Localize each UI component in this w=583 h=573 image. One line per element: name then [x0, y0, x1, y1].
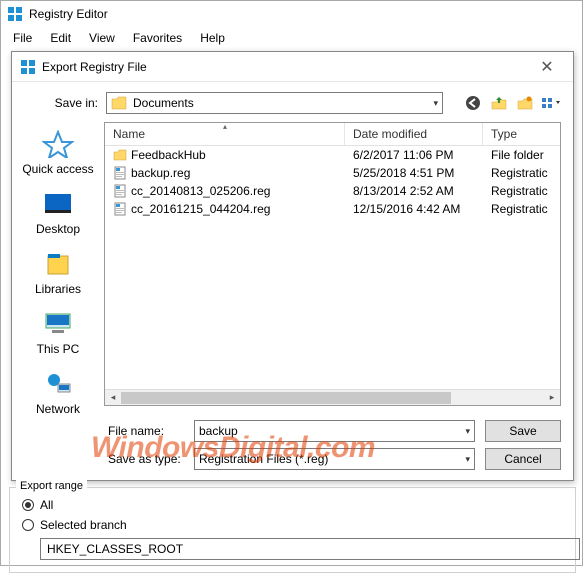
desktop-icon	[42, 190, 74, 218]
scroll-left-icon[interactable]: ◂	[105, 392, 121, 403]
save-in-label: Save in:	[26, 96, 98, 110]
regedit-icon	[7, 6, 23, 22]
file-name-label: File name:	[108, 424, 184, 438]
sort-arrow-icon: ▴	[223, 122, 227, 131]
sidebar-item-desktop[interactable]: Desktop	[36, 190, 80, 236]
back-button[interactable]	[463, 93, 483, 113]
radio-selected-label: Selected branch	[40, 518, 127, 532]
save-type-dropdown[interactable]: Registration Files (*.reg) ▾	[194, 448, 475, 470]
sidebar-item-this-pc[interactable]: This PC	[37, 310, 80, 356]
export-dialog: Export Registry File ✕ Save in: Document…	[11, 51, 574, 481]
branch-input[interactable]: HKEY_CLASSES_ROOT	[40, 538, 580, 560]
file-type: Registratic	[483, 202, 560, 216]
folder-icon	[111, 96, 127, 110]
regedit-title: Registry Editor	[29, 7, 108, 21]
file-name-input[interactable]: backup ▾	[194, 420, 475, 442]
table-row[interactable]: FeedbackHub 6/2/2017 11:06 PMFile folder	[105, 146, 560, 164]
horizontal-scrollbar[interactable]: ◂ ▸	[105, 389, 560, 405]
save-in-value: Documents	[133, 96, 194, 110]
sidebar-item-label: Network	[36, 402, 80, 416]
file-name: FeedbackHub	[131, 148, 206, 162]
file-type: Registratic	[483, 184, 560, 198]
radio-all[interactable]: All	[22, 498, 563, 512]
save-button[interactable]: Save	[485, 420, 561, 442]
menu-file[interactable]: File	[5, 29, 40, 47]
file-type: Registratic	[483, 166, 560, 180]
chevron-down-icon: ▾	[433, 98, 438, 109]
menu-help[interactable]: Help	[192, 29, 233, 47]
pc-icon	[42, 310, 74, 338]
file-type: File folder	[483, 148, 560, 162]
menubar: File Edit View Favorites Help	[1, 27, 582, 49]
close-icon[interactable]: ✕	[529, 57, 565, 77]
scroll-right-icon[interactable]: ▸	[544, 392, 560, 403]
file-date: 6/2/2017 11:06 PM	[345, 148, 483, 162]
table-row[interactable]: cc_20140813_025206.reg 8/13/2014 2:52 AMR…	[105, 182, 560, 200]
up-icon	[491, 95, 507, 111]
chevron-down-icon[interactable]: ▾	[465, 454, 470, 465]
file-name-value: backup	[199, 424, 238, 438]
menu-edit[interactable]: Edit	[42, 29, 79, 47]
table-row[interactable]: cc_20161215_044204.reg 12/15/2016 4:42 AM…	[105, 200, 560, 218]
cancel-button[interactable]: Cancel	[485, 448, 561, 470]
views-button[interactable]	[541, 93, 561, 113]
views-icon	[541, 95, 561, 111]
new-folder-icon	[517, 95, 533, 111]
libraries-icon	[42, 250, 74, 278]
sidebar-item-network[interactable]: Network	[36, 370, 80, 416]
column-header-date[interactable]: Date modified	[345, 123, 483, 145]
places-sidebar: Quick access Desktop Libraries This PC N…	[18, 122, 98, 406]
menu-view[interactable]: View	[81, 29, 123, 47]
table-row[interactable]: backup.reg 5/25/2018 4:51 PMRegistratic	[105, 164, 560, 182]
menu-favorites[interactable]: Favorites	[125, 29, 190, 47]
star-icon	[42, 130, 74, 158]
column-header-type[interactable]: Type	[483, 123, 560, 145]
file-listview[interactable]: ▴ Name Date modified Type FeedbackHub 6/2…	[104, 122, 561, 406]
sidebar-item-libraries[interactable]: Libraries	[35, 250, 81, 296]
save-type-label: Save as type:	[108, 452, 184, 466]
sidebar-item-label: Quick access	[22, 162, 93, 176]
chevron-down-icon[interactable]: ▾	[465, 426, 470, 437]
list-header[interactable]: ▴ Name Date modified Type	[105, 123, 560, 146]
radio-all-label: All	[40, 498, 53, 512]
file-name: cc_20161215_044204.reg	[131, 202, 270, 216]
sidebar-item-quick-access[interactable]: Quick access	[22, 130, 93, 176]
export-range-legend: Export range	[16, 480, 87, 492]
sidebar-item-label: Libraries	[35, 282, 81, 296]
up-button[interactable]	[489, 93, 509, 113]
sidebar-item-label: This PC	[37, 342, 80, 356]
save-type-value: Registration Files (*.reg)	[199, 452, 328, 466]
radio-selected-branch[interactable]: Selected branch	[22, 518, 563, 532]
radio-icon	[22, 519, 34, 531]
branch-value: HKEY_CLASSES_ROOT	[47, 542, 183, 556]
network-icon	[42, 370, 74, 398]
file-date: 8/13/2014 2:52 AM	[345, 184, 483, 198]
export-range-group: Export range All Selected branch HKEY_CL…	[9, 487, 576, 573]
sidebar-item-label: Desktop	[36, 222, 80, 236]
regedit-icon	[20, 59, 36, 75]
file-name: backup.reg	[131, 166, 190, 180]
new-folder-button[interactable]	[515, 93, 535, 113]
file-date: 12/15/2016 4:42 AM	[345, 202, 483, 216]
regedit-titlebar: Registry Editor	[1, 1, 582, 27]
radio-icon	[22, 499, 34, 511]
back-icon	[465, 95, 481, 111]
dialog-title: Export Registry File	[42, 60, 147, 74]
file-date: 5/25/2018 4:51 PM	[345, 166, 483, 180]
save-in-dropdown[interactable]: Documents ▾	[106, 92, 443, 114]
file-name: cc_20140813_025206.reg	[131, 184, 270, 198]
dialog-titlebar[interactable]: Export Registry File ✕	[12, 52, 573, 82]
